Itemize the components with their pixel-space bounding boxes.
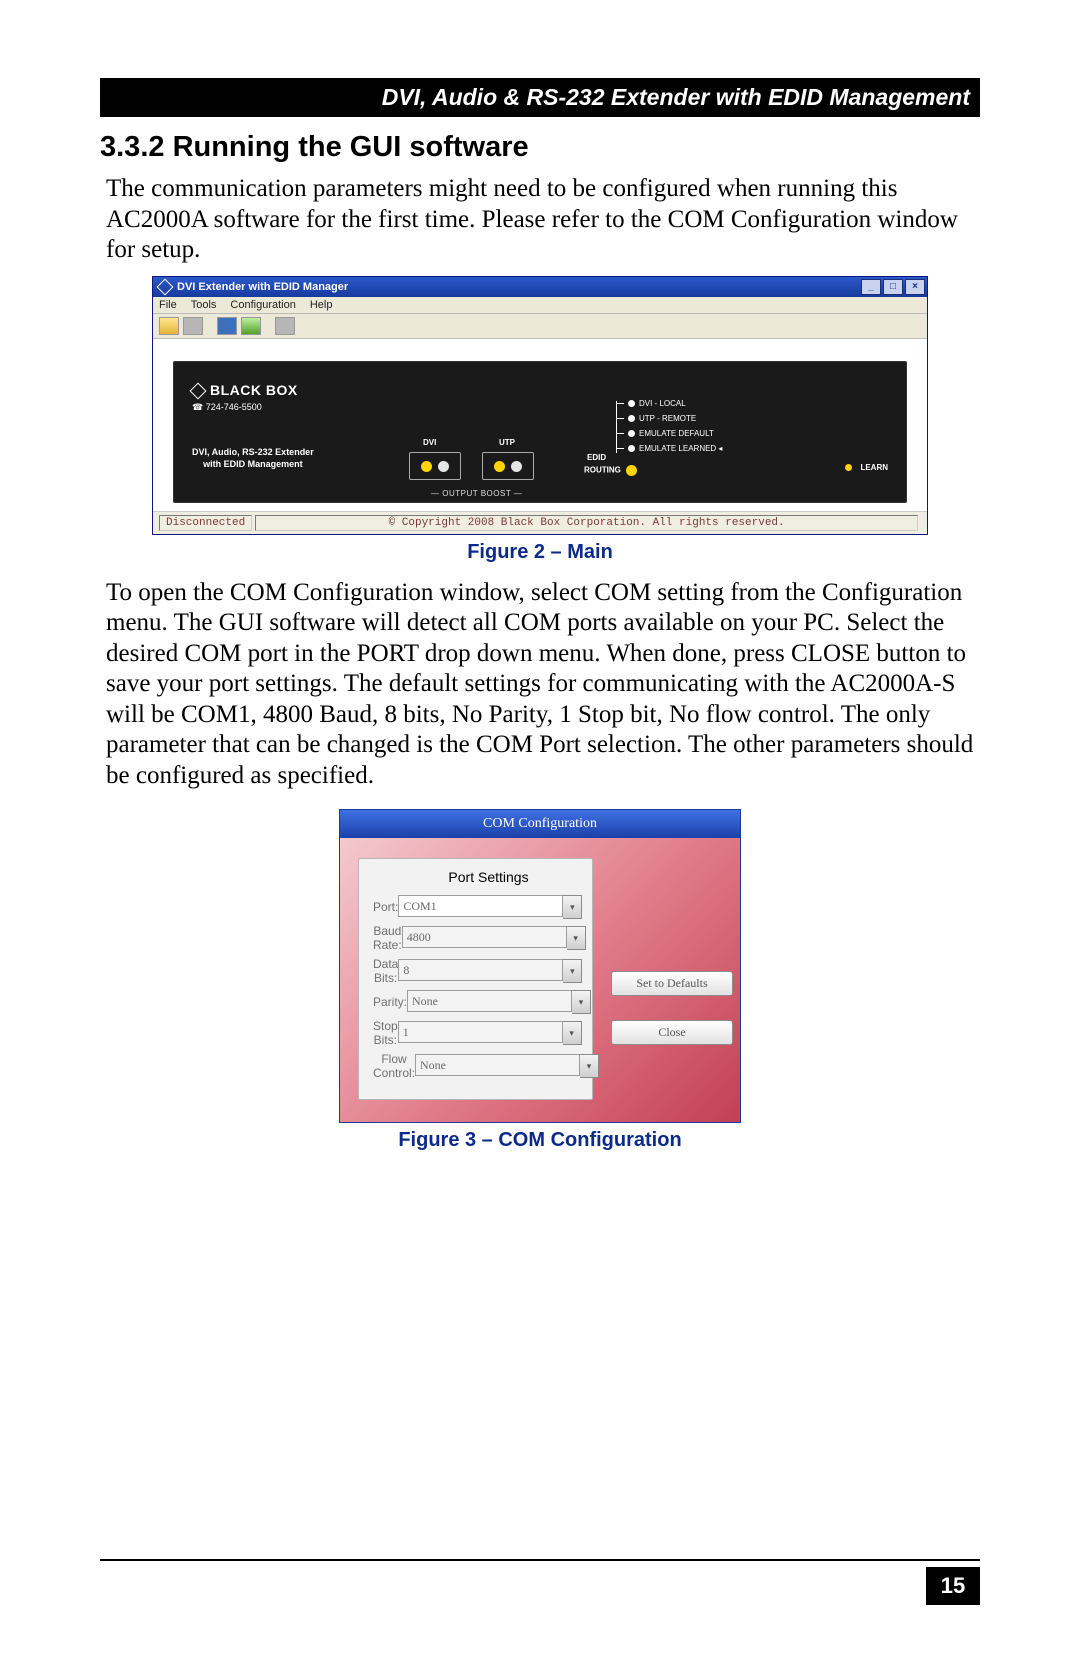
baud-select	[402, 926, 567, 948]
output-boost-label: OUTPUT BOOST	[442, 489, 511, 498]
port-label-utp: UTP	[499, 438, 515, 447]
tb-icon-5[interactable]	[275, 317, 295, 335]
app-logo-icon	[157, 278, 174, 295]
group-title: Port Settings	[399, 869, 578, 885]
chevron-down-icon[interactable]: ▾	[563, 895, 582, 919]
stopbits-select	[398, 1021, 563, 1043]
device-illustration: BLACK BOX ☎ 724-746-5500 DVI, Audio, RS-…	[173, 361, 907, 503]
app-window: DVI Extender with EDID Manager _ □ × Fil…	[152, 276, 928, 535]
tb-icon-3[interactable]	[217, 317, 237, 335]
port-utp	[482, 452, 534, 480]
port-settings-group: Port Settings Port: ▾ Baud Rate: ▾ Data …	[358, 858, 593, 1100]
dialog-title: COM Configuration	[340, 810, 740, 838]
titlebar: DVI Extender with EDID Manager _ □ ×	[153, 277, 927, 297]
open-icon[interactable]	[159, 317, 179, 335]
menu-file[interactable]: File	[159, 299, 177, 311]
tree-dvi-local: DVI - LOCAL	[639, 399, 686, 408]
chevron-down-icon: ▾	[572, 990, 591, 1014]
parity-select	[407, 990, 572, 1012]
section-title: Running the GUI software	[173, 131, 529, 163]
maximize-button[interactable]: □	[883, 279, 903, 295]
brand-phone: 724-746-5500	[206, 402, 262, 412]
databits-label: Data Bits:	[373, 957, 398, 985]
page-number: 15	[926, 1567, 980, 1605]
toolbar	[153, 314, 927, 339]
tree-utp-remote: UTP - REMOTE	[639, 414, 696, 423]
chevron-down-icon: ▾	[563, 959, 582, 983]
tree-emulate-learned: EMULATE LEARNED	[639, 444, 716, 453]
figure-2-caption: Figure 2 – Main	[100, 541, 980, 564]
stopbits-label: Stop Bits:	[373, 1019, 398, 1047]
baud-label: Baud Rate:	[373, 924, 402, 952]
set-defaults-button[interactable]: Set to Defaults	[611, 971, 733, 996]
flow-label: Flow Control:	[373, 1052, 415, 1080]
learn-led-icon	[845, 464, 852, 471]
port-dvi	[409, 452, 461, 480]
window-title: DVI Extender with EDID Manager	[177, 281, 348, 293]
header-bar: DVI, Audio & RS-232 Extender with EDID M…	[100, 78, 980, 117]
port-label-dvi: DVI	[423, 438, 436, 447]
close-button[interactable]: Close	[611, 1020, 733, 1045]
chevron-down-icon: ▾	[563, 1021, 582, 1045]
menu-tools[interactable]: Tools	[191, 299, 217, 311]
brand-name: BLACK BOX	[210, 382, 298, 398]
close-button[interactable]: ×	[905, 279, 925, 295]
status-bar: Disconnected © Copyright 2008 Black Box …	[153, 511, 927, 534]
minimize-button[interactable]: _	[861, 279, 881, 295]
figure-2: DVI Extender with EDID Manager _ □ × Fil…	[100, 276, 980, 535]
port-select[interactable]	[398, 895, 563, 917]
com-config-dialog: COM Configuration Port Settings Port: ▾ …	[339, 809, 741, 1123]
chevron-down-icon: ▾	[567, 926, 586, 950]
parity-label: Parity:	[373, 995, 407, 1009]
footer-rule	[100, 1559, 980, 1561]
menu-configuration[interactable]: Configuration	[230, 299, 295, 311]
paragraph-2: To open the COM Configuration window, se…	[106, 578, 974, 792]
status-connection: Disconnected	[159, 515, 252, 531]
device-sub2: with EDID Management	[203, 459, 303, 469]
figure-3: COM Configuration Port Settings Port: ▾ …	[100, 809, 980, 1123]
section-heading: 3.3.2 Running the GUI software	[100, 131, 980, 164]
tb-icon-4[interactable]	[241, 317, 261, 335]
brand-diamond-icon	[190, 382, 207, 399]
edid-label: EDID	[587, 453, 606, 462]
status-copyright: © Copyright 2008 Black Box Corporation. …	[255, 515, 918, 531]
learn-label: LEARN	[860, 463, 888, 472]
databits-select	[398, 959, 563, 981]
device-sub1: DVI, Audio, RS-232 Extender	[192, 447, 314, 457]
figure-3-caption: Figure 3 – COM Configuration	[100, 1129, 980, 1152]
chevron-down-icon: ▾	[580, 1054, 599, 1078]
edid-tree: DVI - LOCAL UTP - REMOTE EMULATE DEFAULT…	[616, 396, 722, 456]
tree-emulate-default: EMULATE DEFAULT	[639, 429, 714, 438]
routing-label: ROUTING	[584, 465, 621, 474]
menubar: File Tools Configuration Help	[153, 297, 927, 314]
tb-icon-2[interactable]	[183, 317, 203, 335]
paragraph-1: The communication parameters might need …	[106, 174, 974, 266]
section-number: 3.3.2	[100, 131, 165, 163]
menu-help[interactable]: Help	[310, 299, 333, 311]
port-label: Port:	[373, 900, 398, 914]
flow-select	[415, 1054, 580, 1076]
